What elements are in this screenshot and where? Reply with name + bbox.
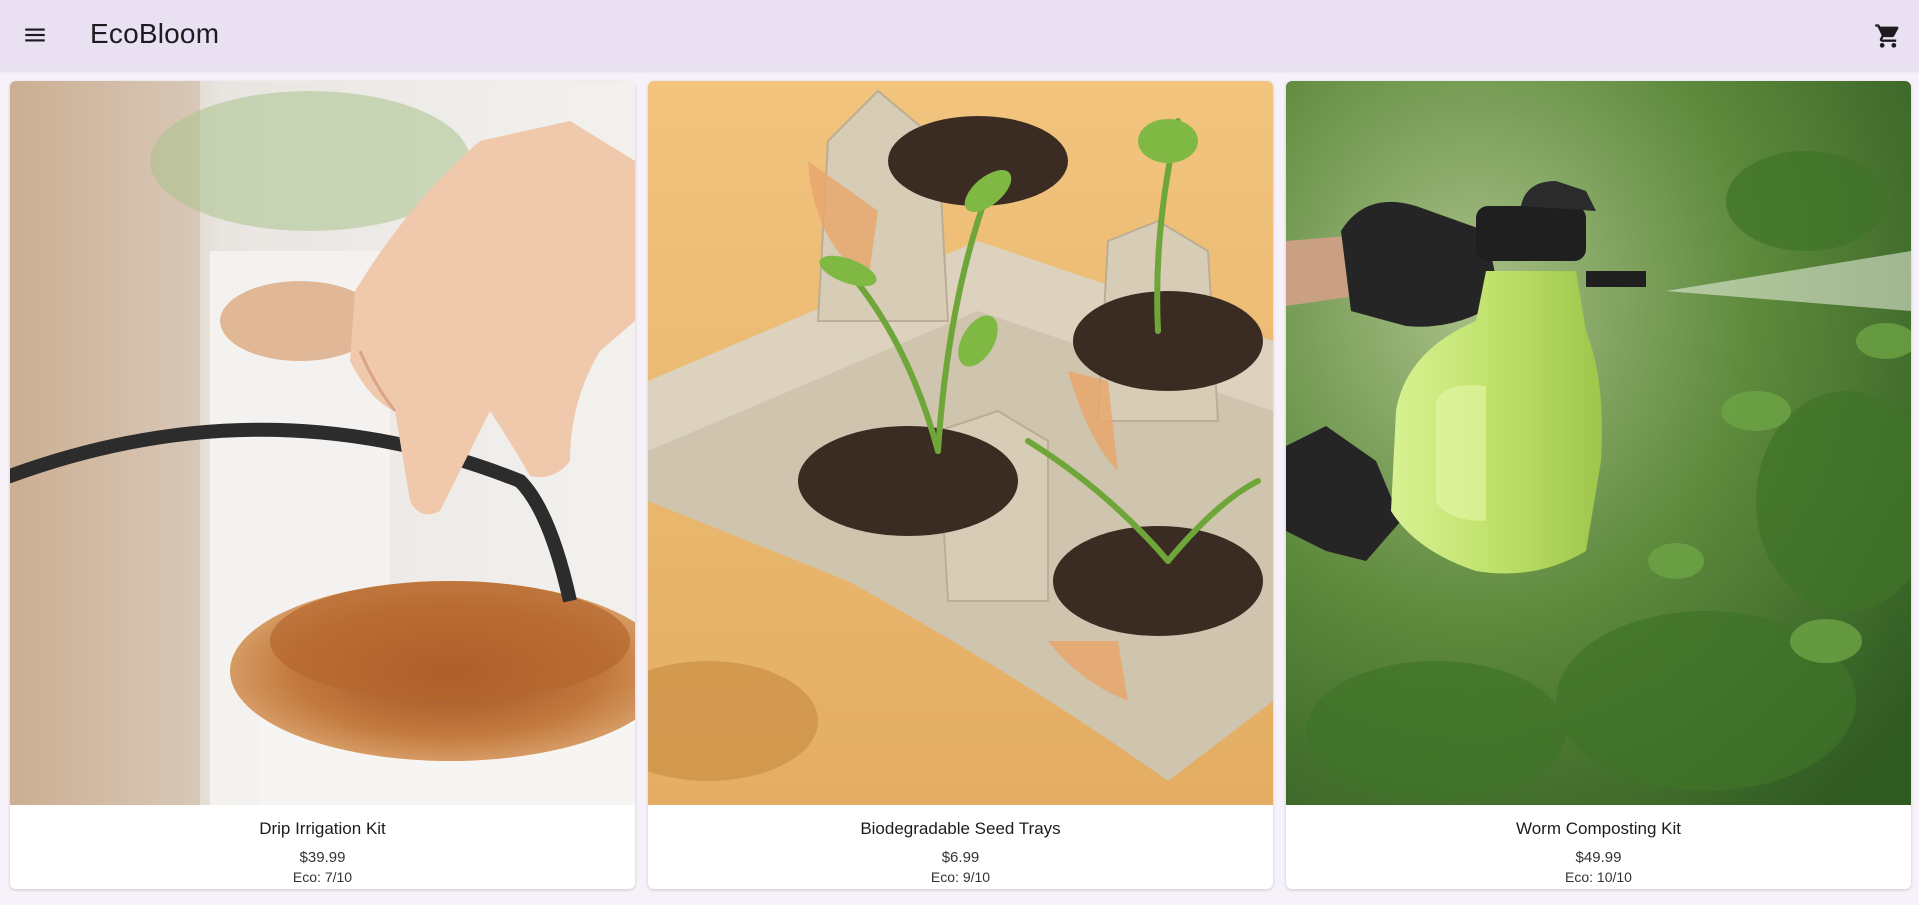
shopping-cart-icon bbox=[1875, 24, 1899, 48]
product-name: Worm Composting Kit bbox=[1515, 819, 1681, 838]
product-image bbox=[10, 81, 635, 805]
product-price: $49.99 bbox=[1575, 849, 1622, 866]
product-eco-rating: Eco: 9/10 bbox=[930, 869, 991, 885]
app-bar: EcoBloom bbox=[0, 0, 1919, 71]
product-image bbox=[648, 81, 1273, 805]
hamburger-menu-icon bbox=[25, 28, 45, 42]
product-eco-rating: Eco: 10/10 bbox=[1565, 869, 1632, 885]
product-info: Worm Composting Kit $49.99 Eco: 10/10 bbox=[1286, 805, 1911, 889]
menu-button[interactable] bbox=[14, 14, 56, 56]
product-card[interactable]: Drip Irrigation Kit $39.99 Eco: 7/10 bbox=[10, 81, 635, 889]
product-name: Drip Irrigation Kit bbox=[259, 819, 386, 838]
product-info: Biodegradable Seed Trays $6.99 Eco: 9/10 bbox=[648, 805, 1273, 889]
product-price: $39.99 bbox=[299, 849, 346, 866]
product-info: Drip Irrigation Kit $39.99 Eco: 7/10 bbox=[10, 805, 635, 889]
product-grid: Drip Irrigation Kit $39.99 Eco: 7/10 Bio… bbox=[10, 81, 1911, 889]
product-name: Biodegradable Seed Trays bbox=[860, 819, 1061, 838]
product-image bbox=[1286, 81, 1911, 805]
product-card[interactable]: Biodegradable Seed Trays $6.99 Eco: 9/10 bbox=[648, 81, 1273, 889]
cart-button[interactable] bbox=[1867, 15, 1909, 57]
product-price: $6.99 bbox=[941, 849, 980, 866]
product-card[interactable]: Worm Composting Kit $49.99 Eco: 10/10 bbox=[1286, 81, 1911, 889]
product-eco-rating: Eco: 7/10 bbox=[292, 869, 353, 885]
app-title: EcoBloom bbox=[90, 18, 220, 49]
